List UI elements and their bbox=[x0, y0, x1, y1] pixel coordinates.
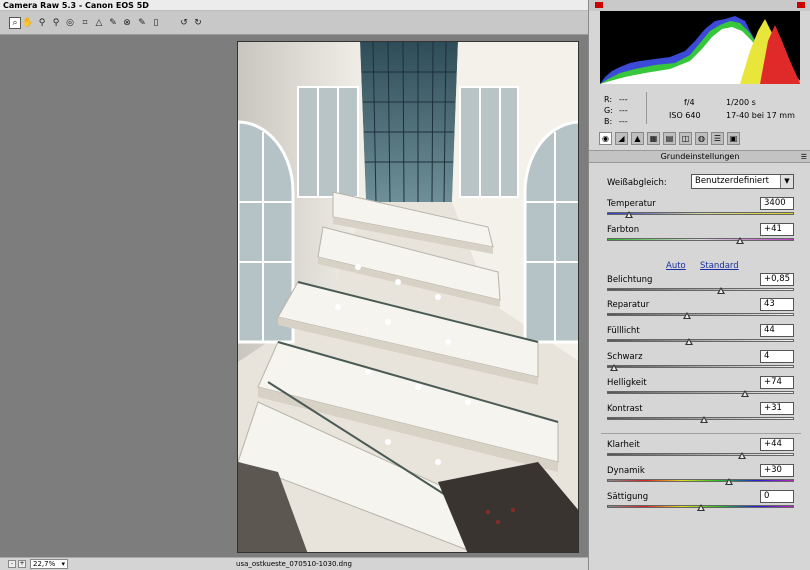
temperatur-slider-track[interactable] bbox=[607, 212, 794, 215]
farbton-value-field[interactable]: +41 bbox=[760, 223, 794, 236]
toolbar: ⌕ ✋ ⚲ ⚲ ◎ ⌗ △ ✎ ⊗ ✎ ▯ ↺ ↻ bbox=[0, 11, 588, 35]
saettigung-label: Sättigung bbox=[607, 492, 649, 502]
white-balance-tool-icon[interactable]: ⚲ bbox=[36, 17, 48, 29]
farbton-slider-track[interactable] bbox=[607, 238, 794, 241]
dynamik-slider-thumb[interactable] bbox=[724, 478, 733, 485]
kontrast-slider-thumb[interactable] bbox=[700, 416, 709, 423]
standard-link[interactable]: Standard bbox=[700, 261, 739, 271]
spot-removal-tool-icon[interactable]: ✎ bbox=[107, 17, 119, 29]
histogram-header bbox=[589, 0, 810, 11]
temperatur-label: Temperatur bbox=[607, 199, 656, 209]
farbton-slider-thumb[interactable] bbox=[735, 237, 744, 244]
dynamik-label: Dynamik bbox=[607, 466, 645, 476]
fuelllicht-slider-thumb[interactable] bbox=[685, 338, 694, 345]
belichtung-label: Belichtung bbox=[607, 275, 653, 285]
reparatur-label: Reparatur bbox=[607, 300, 650, 310]
adjustments-panel: R: --- G: --- B: --- f/4 1/200 s ISO 640… bbox=[588, 0, 810, 570]
reparatur-slider-thumb[interactable] bbox=[683, 312, 692, 319]
split-toning-tab-icon[interactable]: ▤ bbox=[663, 132, 676, 145]
basic-tab-icon[interactable]: ◉ bbox=[599, 132, 612, 145]
helligkeit-label: Helligkeit bbox=[607, 378, 647, 388]
rotate-right-tool-icon[interactable]: ↻ bbox=[192, 17, 204, 29]
hsl-tab-icon[interactable]: ▦ bbox=[647, 132, 660, 145]
lens-corrections-tab-icon[interactable]: ◫ bbox=[679, 132, 692, 145]
r-label: R: bbox=[604, 95, 613, 104]
b-label: B: bbox=[604, 117, 613, 126]
g-value: --- bbox=[619, 106, 628, 115]
rotate-left-tool-icon[interactable]: ↺ bbox=[178, 17, 190, 29]
klarheit-value-field[interactable]: +44 bbox=[760, 438, 794, 451]
helligkeit-slider-thumb[interactable] bbox=[741, 390, 750, 397]
straighten-tool-icon[interactable]: △ bbox=[93, 17, 105, 29]
color-sampler-tool-icon[interactable]: ⚲ bbox=[50, 17, 62, 29]
panel-section-title: Grundeinstellungen ☰ bbox=[589, 150, 810, 163]
g-label: G: bbox=[604, 106, 613, 115]
fuelllicht-slider-track[interactable] bbox=[607, 339, 794, 342]
r-value: --- bbox=[619, 95, 628, 104]
schwarz-slider-track[interactable] bbox=[607, 365, 794, 368]
zoom-tool-icon[interactable]: ⌕ bbox=[9, 17, 21, 29]
b-value: --- bbox=[619, 117, 628, 126]
kontrast-value-field[interactable]: +31 bbox=[760, 402, 794, 415]
camera-calibration-tab-icon[interactable]: ◍ bbox=[695, 132, 708, 145]
panel-tabs: ◉ ◢ ▲ ▦ ▤ ◫ ◍ ☰ ▣ bbox=[594, 131, 806, 148]
hand-tool-icon[interactable]: ✋ bbox=[22, 17, 34, 29]
schwarz-label: Schwarz bbox=[607, 352, 643, 362]
schwarz-value-field[interactable]: 4 bbox=[760, 350, 794, 363]
iso-value: ISO 640 bbox=[669, 111, 701, 120]
status-bar: - + 22,7% ▾ usa_ostkueste_070510-1030.dn… bbox=[0, 557, 588, 570]
image-preview[interactable] bbox=[237, 41, 579, 553]
dynamik-slider-track[interactable] bbox=[607, 479, 794, 482]
belichtung-slider-track[interactable] bbox=[607, 288, 794, 291]
panel-menu-icon[interactable]: ☰ bbox=[801, 152, 807, 163]
targeted-adjustment-tool-icon[interactable]: ◎ bbox=[64, 17, 76, 29]
farbton-label: Farbton bbox=[607, 225, 640, 235]
window-title: Camera Raw 5.3 - Canon EOS 5D bbox=[0, 0, 588, 11]
snapshots-tab-icon[interactable]: ▣ bbox=[727, 132, 740, 145]
white-balance-select[interactable]: Benutzerdefiniert ▼ bbox=[691, 174, 794, 189]
red-eye-tool-icon[interactable]: ⊗ bbox=[121, 17, 133, 29]
graduated-filter-tool-icon[interactable]: ▯ bbox=[150, 17, 162, 29]
white-balance-label: Weißabgleich: bbox=[607, 178, 667, 188]
white-balance-value: Benutzerdefiniert bbox=[695, 176, 769, 186]
crop-tool-icon[interactable]: ⌗ bbox=[79, 17, 91, 29]
saettigung-value-field[interactable]: 0 bbox=[760, 490, 794, 503]
adjustment-brush-tool-icon[interactable]: ✎ bbox=[136, 17, 148, 29]
dynamik-value-field[interactable]: +30 bbox=[760, 464, 794, 477]
temperatur-value-field[interactable]: 3400 bbox=[760, 197, 794, 210]
section-title-text: Grundeinstellungen bbox=[660, 152, 740, 161]
histogram bbox=[600, 11, 800, 84]
atrium-photo bbox=[238, 42, 578, 552]
schwarz-slider-thumb[interactable] bbox=[610, 364, 619, 371]
auto-link[interactable]: Auto bbox=[666, 261, 686, 271]
lens-value: 17-40 bei 17 mm bbox=[726, 111, 795, 120]
shutter-value: 1/200 s bbox=[726, 98, 756, 107]
image-info-readout: R: --- G: --- B: --- f/4 1/200 s ISO 640… bbox=[589, 90, 810, 128]
detail-tab-icon[interactable]: ▲ bbox=[631, 132, 644, 145]
histogram-graph bbox=[600, 16, 800, 84]
klarheit-slider-track[interactable] bbox=[607, 453, 794, 456]
filename-label: usa_ostkueste_070510-1030.dng bbox=[236, 560, 352, 568]
klarheit-label: Klarheit bbox=[607, 440, 640, 450]
belichtung-slider-thumb[interactable] bbox=[717, 287, 726, 294]
saettigung-slider-thumb[interactable] bbox=[696, 504, 705, 511]
reparatur-slider-track[interactable] bbox=[607, 313, 794, 316]
highlight-clipping-warning-icon[interactable] bbox=[797, 2, 805, 8]
section-divider bbox=[601, 433, 801, 434]
helligkeit-slider-track[interactable] bbox=[607, 391, 794, 394]
readout-divider bbox=[646, 92, 647, 124]
belichtung-value-field[interactable]: +0,85 bbox=[760, 273, 794, 286]
fuelllicht-label: Fülllicht bbox=[607, 326, 640, 336]
shadow-clipping-warning-icon[interactable] bbox=[595, 2, 603, 8]
fuelllicht-value-field[interactable]: 44 bbox=[760, 324, 794, 337]
presets-tab-icon[interactable]: ☰ bbox=[711, 132, 724, 145]
reparatur-value-field[interactable]: 43 bbox=[760, 298, 794, 311]
tone-curve-tab-icon[interactable]: ◢ bbox=[615, 132, 628, 145]
temperatur-slider-thumb[interactable] bbox=[625, 211, 634, 218]
chevron-down-icon: ▼ bbox=[780, 175, 793, 188]
helligkeit-value-field[interactable]: +74 bbox=[760, 376, 794, 389]
aperture-value: f/4 bbox=[684, 98, 695, 107]
klarheit-slider-thumb[interactable] bbox=[737, 452, 746, 459]
kontrast-label: Kontrast bbox=[607, 404, 643, 414]
